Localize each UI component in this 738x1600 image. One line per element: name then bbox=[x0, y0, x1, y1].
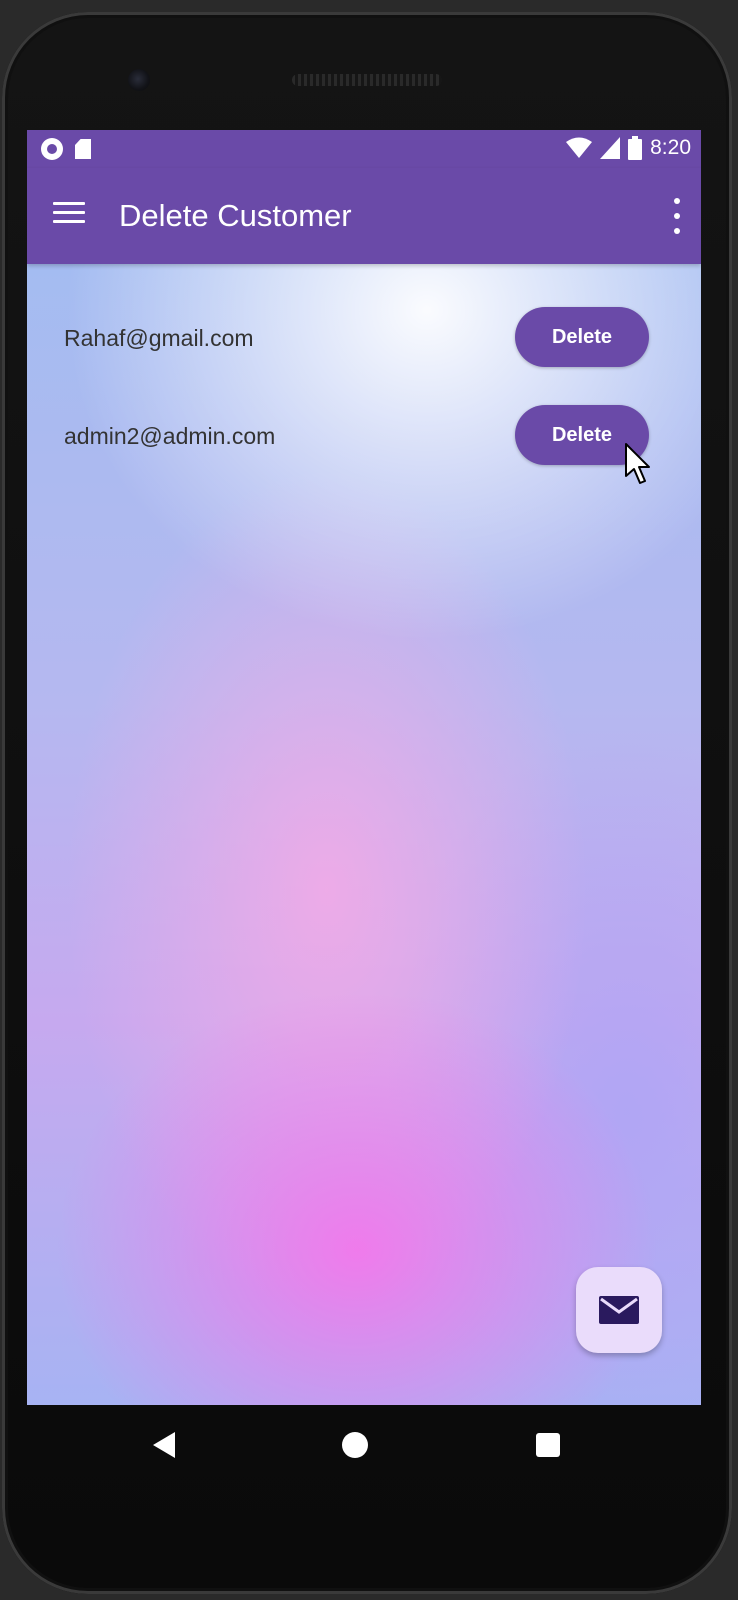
sd-card-icon bbox=[75, 139, 91, 159]
system-nav-bar bbox=[27, 1405, 701, 1485]
customer-email: Rahaf@gmail.com bbox=[64, 325, 254, 351]
back-icon[interactable] bbox=[153, 1432, 175, 1458]
home-icon[interactable] bbox=[342, 1432, 368, 1458]
earpiece-speaker bbox=[292, 74, 442, 86]
hamburger-menu-icon[interactable] bbox=[53, 202, 85, 228]
status-right-icons: 8:20 bbox=[566, 136, 691, 160]
app-screen: 8:20 Delete Customer Rahaf@gmail.com Del… bbox=[27, 130, 701, 1405]
customer-email: admin2@admin.com bbox=[64, 423, 276, 449]
battery-icon bbox=[628, 136, 643, 160]
delete-button[interactable]: Delete bbox=[515, 307, 649, 367]
circle-notification-icon bbox=[41, 138, 63, 160]
wifi-icon bbox=[566, 137, 593, 158]
delete-button[interactable]: Delete bbox=[515, 405, 649, 465]
more-vert-icon[interactable] bbox=[671, 198, 683, 234]
page-title: Delete Customer bbox=[119, 198, 352, 233]
customer-row: Rahaf@gmail.com Delete bbox=[27, 307, 701, 369]
cell-signal-icon bbox=[600, 137, 621, 159]
mail-icon bbox=[599, 1296, 639, 1324]
status-time: 8:20 bbox=[650, 136, 691, 159]
customer-row: admin2@admin.com Delete bbox=[27, 405, 701, 467]
recents-icon[interactable] bbox=[536, 1433, 560, 1457]
status-bar: 8:20 bbox=[27, 130, 701, 168]
status-left-icons bbox=[41, 138, 91, 160]
mail-fab-button[interactable] bbox=[576, 1267, 662, 1353]
app-bar: Delete Customer bbox=[27, 168, 701, 264]
front-camera bbox=[128, 69, 150, 91]
